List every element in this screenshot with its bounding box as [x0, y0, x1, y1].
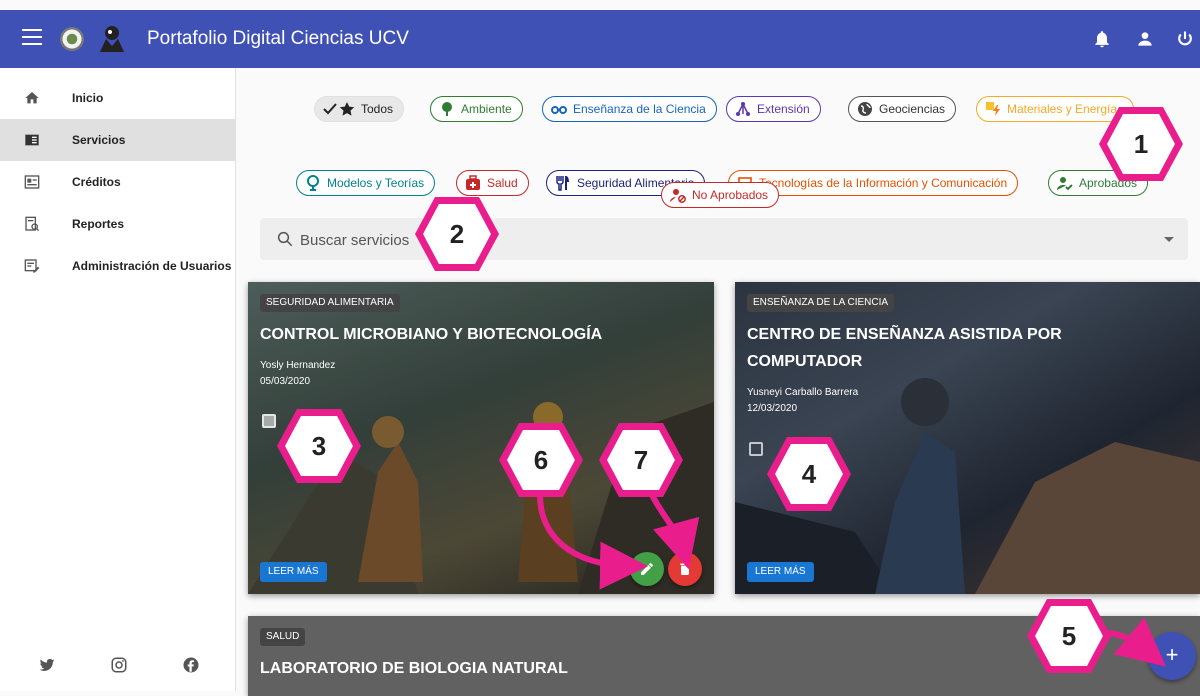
read-more-button[interactable]: LEER MÁS [260, 562, 327, 582]
plus-icon: + [1165, 642, 1179, 667]
chip-ambiente[interactable]: Ambiente [430, 96, 523, 122]
delete-button[interactable] [668, 552, 702, 586]
id-card-icon [24, 175, 40, 189]
network-icon [736, 102, 750, 116]
utensils-icon [556, 176, 569, 191]
sidebar-item-creditos[interactable]: Créditos [0, 161, 235, 203]
pencil-icon [641, 563, 653, 575]
card-date: 12/03/2020 [747, 403, 798, 414]
trash-icon [680, 563, 690, 575]
sidebar-item-label: Administración de Usuarios [72, 259, 232, 273]
chip-label: Geociencias [879, 102, 946, 116]
globe-stand-icon [307, 175, 319, 191]
read-more-button[interactable]: LEER MÁS [747, 562, 814, 582]
user-edit-icon [24, 259, 40, 273]
search-bar[interactable]: Buscar servicios [260, 218, 1188, 260]
twitter-icon[interactable] [38, 656, 56, 674]
edit-button[interactable] [630, 552, 664, 586]
card-title-line1: CENTRO DE ENSEÑANZA ASISTIDA POR [747, 326, 1062, 343]
annotation-3: 3 [274, 406, 364, 486]
globe-icon [858, 102, 872, 116]
sidebar-item-administracion-usuarios[interactable]: Administración de Usuarios [0, 245, 235, 287]
instagram-icon[interactable] [110, 656, 128, 674]
chip-label: Salud [487, 176, 518, 190]
faculty-logo-icon [100, 26, 124, 52]
app-bar: Portafolio Digital Ciencias UCV [0, 10, 1200, 68]
card-author: Yosly Hernandez [260, 360, 336, 371]
chip-label: Modelos y Teorías [327, 176, 425, 190]
sidebar-item-label: Servicios [72, 133, 126, 147]
chevron-down-icon[interactable] [1164, 237, 1174, 242]
chip-geociencias[interactable]: Geociencias [848, 96, 957, 122]
card-author: Yusneyi Carballo Barrera [747, 387, 859, 398]
add-service-button[interactable]: + [1148, 632, 1196, 680]
university-seal-icon [60, 27, 84, 51]
user-block-icon [670, 189, 686, 203]
report-search-icon [25, 216, 40, 232]
chip-extension[interactable]: Extensión [726, 96, 821, 122]
chip-label: Todos [361, 102, 394, 116]
chip-label: No Aprobados [692, 188, 769, 202]
card-date: 05/03/2020 [260, 376, 311, 387]
chip-ensenanza[interactable]: Enseñanza de la Ciencia [542, 96, 717, 122]
category-badge: ENSEÑANZA DE LA CIENCIA [747, 294, 895, 312]
search-input[interactable]: Buscar servicios [300, 232, 409, 249]
chip-todos[interactable]: Todos [314, 96, 405, 122]
home-icon [25, 92, 39, 104]
medkit-icon [466, 175, 480, 190]
sidebar-item-inicio[interactable]: Inicio [0, 77, 235, 119]
bolt-icon [986, 102, 1000, 116]
sidebar-item-servicios[interactable]: Servicios [0, 119, 235, 161]
check-star-icon [323, 102, 355, 116]
chip-no-aprobados[interactable]: No Aprobados [661, 182, 780, 208]
chip-modelos[interactable]: Modelos y Teorías [296, 170, 436, 196]
sidebar-item-label: Créditos [72, 175, 121, 189]
search-icon [277, 231, 293, 247]
social-links [0, 651, 236, 681]
user-check-icon [1057, 177, 1073, 191]
card-title: CONTROL MICROBIANO Y BIOTECNOLOGÍA [260, 326, 603, 343]
card-title: LABORATORIO DE BIOLOGIA NATURAL [260, 660, 568, 677]
chip-label: Extensión [757, 102, 810, 116]
category-badge: SEGURIDAD ALIMENTARIA [260, 294, 400, 312]
annotation-6: 6 [496, 420, 586, 500]
chip-label: Ambiente [461, 102, 512, 116]
user-icon[interactable] [1135, 29, 1155, 49]
chip-label: Enseñanza de la Ciencia [573, 102, 706, 116]
approve-checkbox[interactable] [749, 442, 763, 456]
annotation-7: 7 [596, 420, 686, 500]
annotation-2: 2 [412, 194, 502, 274]
annotation-5: 5 [1024, 596, 1114, 676]
book-icon [25, 134, 39, 146]
chip-salud[interactable]: Salud [456, 170, 529, 196]
sidebar-item-label: Reportes [72, 217, 125, 231]
chip-label: Tecnologías de la Información y Comunica… [759, 176, 1008, 190]
annotation-1: 1 [1096, 104, 1186, 184]
card-title-line2: COMPUTADOR [747, 353, 863, 370]
menu-icon[interactable] [22, 29, 42, 47]
sidebar-item-label: Inicio [72, 91, 104, 105]
facebook-icon[interactable] [182, 656, 200, 674]
category-badge: SALUD [260, 628, 306, 646]
sidebar: Inicio Servicios Créditos Reportes Admin… [0, 68, 236, 691]
bell-icon[interactable] [1092, 29, 1112, 49]
tree-icon [442, 102, 452, 116]
glasses-icon [551, 106, 567, 114]
power-icon[interactable] [1175, 29, 1195, 49]
app-title: Portafolio Digital Ciencias UCV [147, 28, 409, 49]
sidebar-item-reportes[interactable]: Reportes [0, 203, 235, 245]
annotation-4: 4 [764, 434, 854, 514]
